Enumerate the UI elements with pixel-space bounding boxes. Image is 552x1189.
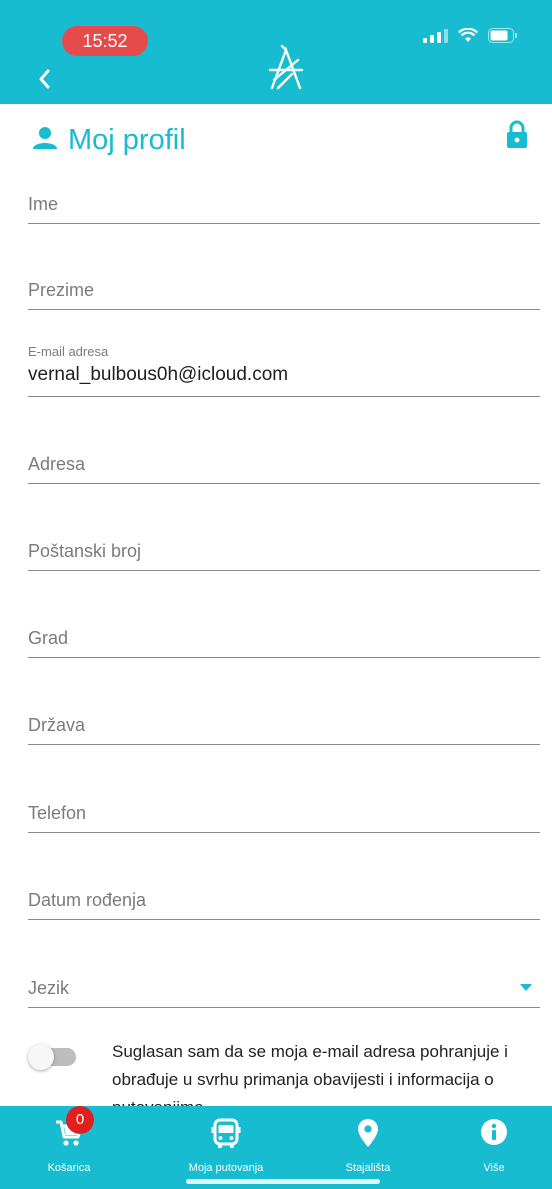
home-indicator [186, 1179, 380, 1184]
address-placeholder: Adresa [28, 454, 86, 474]
person-icon [32, 126, 58, 150]
lock-icon[interactable] [506, 120, 528, 150]
nav-item-cart[interactable]: 0 Košarica [0, 1106, 138, 1189]
status-time: 15:52 [62, 26, 148, 56]
city-placeholder: Grad [28, 628, 69, 648]
page-title: Moj profil [68, 124, 186, 156]
postal-code-placeholder: Poštanski broj [28, 541, 142, 561]
country-placeholder: Država [28, 715, 86, 735]
app-header: 15:52 [0, 0, 552, 104]
country-field[interactable]: Država [28, 707, 540, 745]
app-logo-icon [262, 44, 310, 94]
email-label: E-mail adresa [28, 344, 109, 359]
cart-badge: 0 [66, 1106, 94, 1134]
signal-icon [423, 28, 448, 43]
email-field[interactable]: E-mail adresa vernal_bulbous0h@icloud.co… [28, 344, 540, 397]
consent-toggle[interactable] [28, 1044, 76, 1070]
nav-item-trips[interactable]: Moja putovanja [157, 1106, 295, 1189]
nav-label-more: Više [483, 1162, 505, 1174]
bus-icon [211, 1118, 241, 1155]
nav-item-stops[interactable]: Stajališta [299, 1106, 437, 1189]
nav-label-stops: Stajališta [345, 1162, 391, 1174]
nav-item-more[interactable]: Više [428, 1106, 552, 1189]
bottom-navigation: 0 Košarica Moja putovanja Stajališta Viš… [0, 1106, 552, 1189]
address-field[interactable]: Adresa [28, 446, 540, 484]
birthdate-placeholder: Datum rođenja [28, 890, 147, 910]
chevron-left-icon[interactable] [34, 66, 56, 92]
phone-field[interactable]: Telefon [28, 795, 540, 833]
page-title-row: Moj profil [32, 120, 528, 160]
birthdate-field[interactable]: Datum rođenja [28, 882, 540, 920]
status-icons [423, 28, 518, 43]
chevron-down-icon [520, 984, 532, 991]
toggle-knob [28, 1044, 54, 1070]
map-pin-icon [356, 1118, 380, 1153]
wifi-icon [458, 28, 478, 43]
first-name-field[interactable]: Ime [28, 186, 540, 224]
last-name-placeholder: Prezime [28, 280, 95, 300]
language-placeholder: Jezik [28, 978, 70, 998]
last-name-field[interactable]: Prezime [28, 272, 540, 310]
city-field[interactable]: Grad [28, 620, 540, 658]
postal-code-field[interactable]: Poštanski broj [28, 533, 540, 571]
language-select[interactable]: Jezik [28, 970, 540, 1008]
phone-placeholder: Telefon [28, 803, 87, 823]
nav-label-cart: Košarica [47, 1162, 91, 1174]
cart-icon: 0 [54, 1106, 94, 1153]
nav-label-trips: Moja putovanja [188, 1162, 264, 1174]
first-name-placeholder: Ime [28, 194, 59, 214]
email-value: vernal_bulbous0h@icloud.com [28, 364, 289, 385]
info-icon [480, 1118, 508, 1151]
battery-icon [488, 28, 518, 43]
